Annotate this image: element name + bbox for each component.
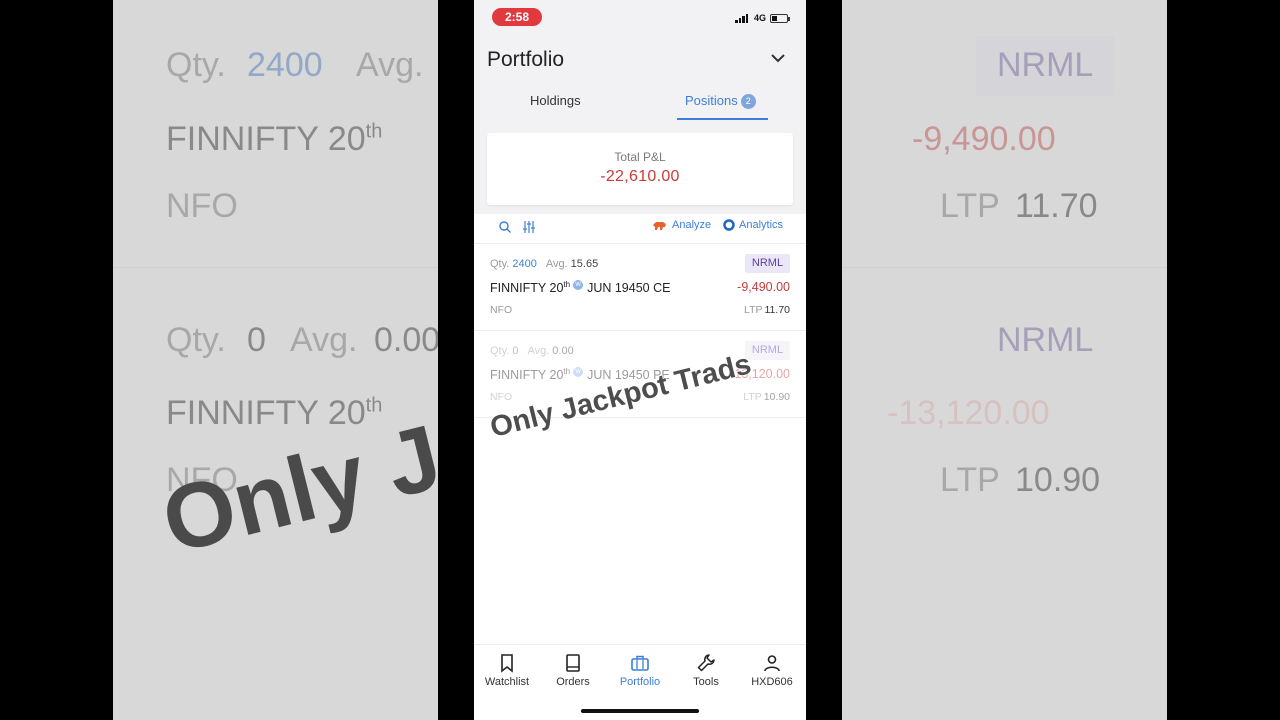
exchange: NFO — [490, 304, 513, 316]
battery-icon — [770, 14, 790, 23]
bull-icon — [653, 221, 666, 230]
active-tab-indicator — [677, 118, 768, 120]
analyze-button[interactable]: Analyze — [652, 219, 711, 231]
position-meta: Qty. 2400 Avg. 15.65 — [490, 258, 599, 270]
bg-fade — [113, 0, 438, 720]
weekly-badge-icon: W — [573, 367, 584, 378]
bookmark-icon — [501, 654, 513, 673]
nav-orders[interactable]: Orders — [540, 653, 606, 688]
nav-tools-label: Tools — [693, 676, 719, 688]
wrench-icon — [697, 654, 715, 672]
briefcase-icon — [631, 655, 649, 671]
nav-orders-label: Orders — [556, 676, 590, 688]
tab-holdings[interactable]: Holdings — [530, 93, 581, 108]
page-title: Portfolio — [487, 48, 565, 71]
bg-fade-right — [842, 0, 1167, 720]
nav-account-label: HXD606 — [751, 676, 793, 688]
ltp: LTP 11.70 — [744, 304, 790, 316]
background-left-panel: Qty. 2400 Avg. FINNIFTY 20th NFO Qty. 0 … — [113, 0, 438, 720]
position-pnl: -9,490.00 — [737, 280, 790, 294]
tab-positions[interactable]: Positions 2 — [685, 93, 756, 109]
background-right-panel: NRML -9,490.00 LTP 11.70 NRML -13,120.00… — [842, 0, 1167, 720]
ltp: LTP 10.90 — [743, 391, 790, 403]
analytics-icon — [723, 219, 735, 231]
status-time: 2:58 — [492, 8, 542, 26]
analyze-label: Analyze — [672, 219, 712, 231]
position-row[interactable]: Qty. 2400 Avg. 15.65 NRML FINNIFTY 20th W JUN… — [474, 244, 806, 330]
analytics-label: Analytics — [739, 219, 784, 231]
analytics-button[interactable]: Analytics — [723, 219, 783, 231]
search-icon[interactable] — [498, 220, 512, 234]
tab-positions-label: Positions — [685, 93, 738, 108]
total-pnl-value: -22,610.00 — [600, 168, 680, 185]
nav-watchlist[interactable]: Watchlist — [474, 653, 540, 688]
bottom-nav: Watchlist Orders Portfolio Tools HXD606 — [474, 644, 806, 695]
nav-tools[interactable]: Tools — [673, 653, 739, 688]
network-type: 4G — [754, 13, 767, 23]
position-meta: Qty. 0 Avg. 0.00 — [490, 345, 574, 357]
instrument-name: FINNIFTY 20th W JUN 19450 CE — [490, 280, 671, 296]
product-tag: NRML — [745, 341, 790, 360]
total-pnl-label: Total P&L — [614, 150, 666, 164]
nav-watchlist-label: Watchlist — [484, 676, 530, 688]
nav-account[interactable]: HXD606 — [739, 653, 805, 688]
exchange: NFO — [490, 391, 513, 403]
phone-screen: 2:58 4G Portfolio Holdings Positions 2 To… — [474, 0, 806, 720]
chevron-down-icon[interactable] — [770, 52, 786, 64]
nav-portfolio[interactable]: Portfolio — [607, 653, 673, 688]
weekly-badge-icon: W — [573, 280, 584, 291]
home-indicator[interactable] — [581, 709, 699, 713]
positions-count-badge: 2 — [740, 94, 756, 109]
signal-icon — [735, 14, 748, 23]
filter-sliders-icon[interactable] — [522, 220, 536, 234]
total-pnl-card: Total P&L -22,610.00 — [487, 133, 793, 205]
nav-portfolio-label: Portfolio — [619, 676, 661, 688]
book-icon — [566, 654, 580, 672]
product-tag: NRML — [745, 254, 790, 273]
user-icon — [764, 655, 780, 672]
